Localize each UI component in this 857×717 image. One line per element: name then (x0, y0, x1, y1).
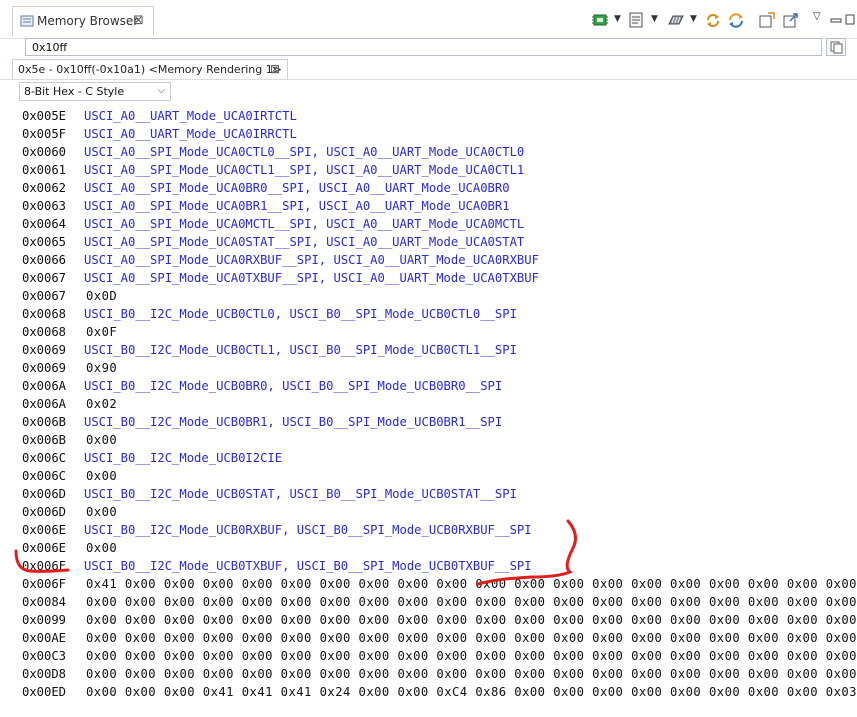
address-label: 0x0068 (22, 325, 67, 339)
address-label: 0x005E (22, 109, 67, 123)
address-label: 0x006E (22, 541, 67, 555)
memory-values: 0x02 (86, 397, 118, 411)
address-label: 0x0099 (22, 613, 67, 627)
memory-browser-title: Memory Browser (37, 14, 139, 28)
new-tab-icon[interactable] (758, 12, 776, 28)
address-label: 0x0069 (22, 361, 67, 375)
view-tab-bar: Memory Browser ⊠ ▼ ▼ ▼ ▽ (0, 0, 857, 39)
address-label: 0x006B (22, 433, 67, 447)
address-label: 0x006D (22, 505, 67, 519)
chevron-down-icon: ⌵ (157, 85, 165, 96)
register-symbol: USCI_B0__I2C_Mode_UCB0CTL0, USCI_B0__SPI… (84, 307, 517, 321)
memory-dropdown-icon[interactable]: ▼ (690, 14, 697, 24)
register-symbol: USCI_A0__SPI_Mode_UCA0CTL1__SPI, USCI_A0… (84, 163, 525, 177)
address-label: 0x006C (22, 451, 67, 465)
register-symbol: USCI_A0__UART_Mode_UCA0IRRCTL (84, 127, 297, 141)
sync-icon[interactable] (727, 12, 745, 28)
address-label: 0x006A (22, 379, 67, 393)
address-label: 0x0066 (22, 253, 67, 267)
register-symbol: USCI_B0__I2C_Mode_UCB0I2CIE (84, 451, 283, 465)
address-label: 0x005F (22, 127, 67, 141)
register-symbol: USCI_B0__I2C_Mode_UCB0CTL1, USCI_B0__SPI… (84, 343, 517, 357)
register-symbol: USCI_B0__I2C_Mode_UCB0STAT, USCI_B0__SPI… (84, 487, 517, 501)
address-label: 0x00C3 (22, 649, 67, 663)
memory-values: 0x90 (86, 361, 118, 375)
address-label: 0x00ED (22, 685, 67, 699)
address-label: 0x0084 (22, 595, 67, 609)
address-label: 0x006C (22, 469, 67, 483)
memory-values: 0x00 (86, 469, 118, 483)
register-symbol: USCI_A0__SPI_Mode_UCA0STAT__SPI, USCI_A0… (84, 235, 525, 249)
address-bar (0, 38, 857, 58)
memory-values: 0x00 0x00 0x00 0x00 0x00 0x00 0x00 0x00 … (86, 667, 857, 681)
memory-values: 0x00 0x00 0x00 0x41 0x41 0x41 0x24 0x00 … (86, 685, 857, 699)
address-label: 0x0069 (22, 343, 67, 357)
memory-values: 0x00 (86, 433, 118, 447)
register-symbol: USCI_A0__SPI_Mode_UCA0TXBUF__SPI, USCI_A… (84, 271, 539, 285)
memory-icon[interactable] (667, 12, 685, 28)
go-button[interactable] (826, 38, 846, 56)
register-symbol: USCI_B0__I2C_Mode_UCB0BR0, USCI_B0__SPI_… (84, 379, 503, 393)
address-label: 0x0062 (22, 181, 67, 195)
address-label: 0x0068 (22, 307, 67, 321)
address-label: 0x0065 (22, 235, 67, 249)
register-symbol: USCI_A0__UART_Mode_UCA0IRTCTL (84, 109, 297, 123)
rendering-tab-bar: 0x5e - 0x10ff(-0x10a1) <Memory Rendering… (0, 58, 857, 80)
register-symbol: USCI_A0__SPI_Mode_UCA0CTL0__SPI, USCI_A0… (84, 145, 525, 159)
view-menu-icon[interactable]: ▽ (813, 11, 821, 22)
new-window-icon[interactable] (628, 12, 646, 28)
memory-values: 0x0F (86, 325, 118, 339)
close-icon[interactable]: ⊠ (270, 62, 280, 76)
address-label: 0x0064 (22, 217, 67, 231)
format-select-value: 8-Bit Hex - C Style (24, 85, 125, 98)
memory-values: 0x00 (86, 505, 118, 519)
address-label: 0x0060 (22, 145, 67, 159)
address-label: 0x00AE (22, 631, 67, 645)
connect-dropdown-icon[interactable]: ▼ (614, 14, 621, 24)
memory-values: 0x00 0x00 0x00 0x00 0x00 0x00 0x00 0x00 … (86, 613, 857, 627)
memory-values: 0x00 0x00 0x00 0x00 0x00 0x00 0x00 0x00 … (86, 649, 857, 663)
address-label: 0x0063 (22, 199, 67, 213)
rendering-tab-label: 0x5e - 0x10ff(-0x10a1) <Memory Rendering… (18, 63, 282, 76)
address-label: 0x006A (22, 397, 67, 411)
refresh-icon[interactable] (704, 12, 722, 28)
connect-icon[interactable] (591, 12, 609, 28)
memory-browser-icon (20, 15, 34, 27)
minimize-icon[interactable] (830, 12, 842, 28)
address-label: 0x006F (22, 577, 67, 591)
address-label: 0x006B (22, 415, 67, 429)
close-icon[interactable]: ⊠ (133, 13, 144, 28)
address-label: 0x00D8 (22, 667, 67, 681)
memory-browser-tab[interactable]: Memory Browser ⊠ (12, 6, 154, 36)
memory-values: 0x0D (86, 289, 118, 303)
memory-values: 0x00 (86, 541, 118, 555)
register-symbol: USCI_A0__SPI_Mode_UCA0RXBUF__SPI, USCI_A… (84, 253, 539, 267)
copy-icon (830, 41, 843, 54)
format-select[interactable]: 8-Bit Hex - C Style ⌵ (19, 82, 171, 101)
address-label: 0x006E (22, 523, 67, 537)
memory-values: 0x00 0x00 0x00 0x00 0x00 0x00 0x00 0x00 … (86, 631, 857, 645)
address-input[interactable] (25, 38, 822, 56)
register-symbol: USCI_B0__I2C_Mode_UCB0TXBUF, USCI_B0__SP… (84, 559, 532, 573)
address-label: 0x006F (22, 559, 67, 573)
register-symbol: USCI_A0__SPI_Mode_UCA0BR0__SPI, USCI_A0_… (84, 181, 510, 195)
memory-rendering-tab[interactable]: 0x5e - 0x10ff(-0x10a1) <Memory Rendering… (12, 59, 288, 79)
address-label: 0x0067 (22, 289, 67, 303)
maximize-icon[interactable] (845, 12, 855, 28)
import-dropdown-icon[interactable]: ▼ (651, 14, 658, 24)
register-symbol: USCI_B0__I2C_Mode_UCB0RXBUF, USCI_B0__SP… (84, 523, 532, 537)
address-label: 0x006D (22, 487, 67, 501)
address-label: 0x0067 (22, 271, 67, 285)
register-symbol: USCI_A0__SPI_Mode_UCA0MCTL__SPI, USCI_A0… (84, 217, 525, 231)
memory-values: 0x41 0x00 0x00 0x00 0x00 0x00 0x00 0x00 … (86, 577, 857, 591)
register-symbol: USCI_A0__SPI_Mode_UCA0BR1__SPI, USCI_A0_… (84, 199, 510, 213)
address-label: 0x0061 (22, 163, 67, 177)
export-icon[interactable] (782, 12, 800, 28)
memory-values: 0x00 0x00 0x00 0x00 0x00 0x00 0x00 0x00 … (86, 595, 857, 609)
register-symbol: USCI_B0__I2C_Mode_UCB0BR1, USCI_B0__SPI_… (84, 415, 503, 429)
